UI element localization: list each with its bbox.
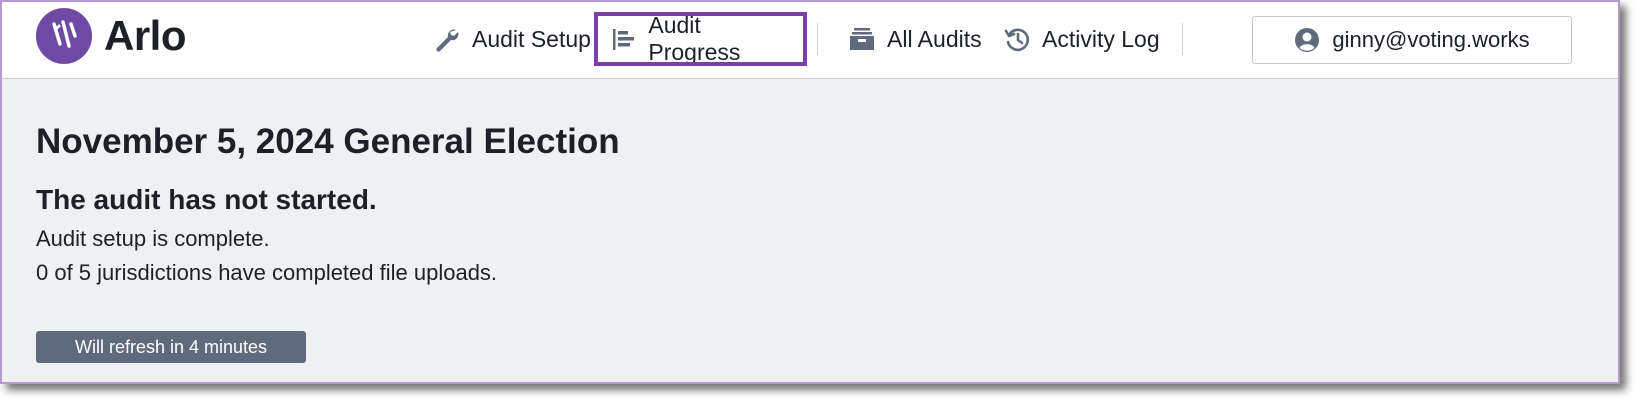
nav-audit-progress[interactable]: Audit Progress [594, 12, 807, 66]
nav-audit-setup-label: Audit Setup [472, 25, 591, 52]
nav-all-audits-label: All Audits [887, 25, 982, 52]
app-window: Arlo Audit Setup Audit Progress All Audi… [0, 0, 1620, 384]
user-email: ginny@voting.works [1332, 27, 1530, 52]
app-name: Arlo [104, 12, 187, 59]
main-content: November 5, 2024 General Election The au… [36, 120, 620, 288]
nav-divider [817, 23, 818, 55]
nav-divider [1182, 23, 1183, 55]
wrench-icon [432, 24, 462, 54]
page-title: November 5, 2024 General Election [36, 122, 620, 161]
top-navbar: Arlo Audit Setup Audit Progress All Audi… [2, 2, 1618, 79]
audit-status-heading: The audit has not started. [36, 184, 377, 215]
user-menu-button[interactable]: ginny@voting.works [1252, 16, 1572, 64]
nav-audit-setup[interactable]: Audit Setup [432, 16, 591, 62]
nav-activity-log[interactable]: Activity Log [1002, 16, 1160, 62]
history-icon [1002, 24, 1032, 54]
arlo-logo-icon [36, 8, 92, 64]
status-line-setup: Audit setup is complete. [36, 226, 270, 251]
arlo-logo[interactable]: Arlo [36, 8, 187, 64]
nav-all-audits[interactable]: All Audits [847, 16, 982, 62]
nav-activity-log-label: Activity Log [1042, 25, 1160, 52]
user-icon [1294, 27, 1320, 53]
archive-icon [847, 24, 877, 54]
refresh-status-badge: Will refresh in 4 minutes [36, 331, 306, 363]
nav-audit-progress-label: Audit Progress [648, 12, 741, 65]
status-line-uploads: 0 of 5 jurisdictions have completed file… [36, 260, 498, 285]
horizontal-bar-chart-icon [610, 24, 638, 54]
